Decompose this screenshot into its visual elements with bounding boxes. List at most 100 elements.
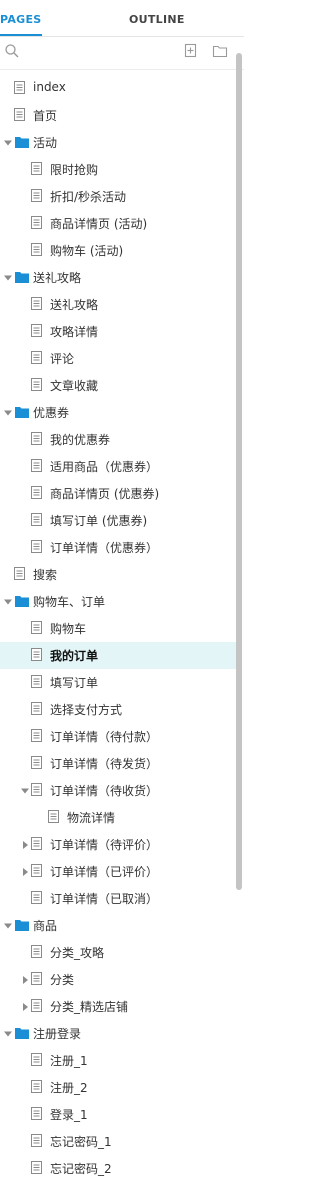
page-icon (31, 891, 43, 908)
page-icon (31, 729, 43, 746)
tree-item-label: 商品 (33, 919, 58, 933)
add-page-icon[interactable] (184, 43, 198, 62)
page-icon (31, 486, 43, 503)
tree-page[interactable]: 搜索 (0, 561, 236, 588)
tree-item-label: 送礼攻略 (50, 298, 99, 312)
tree-item-label: 订单详情（待收货） (50, 784, 159, 798)
tree-folder[interactable]: 购物车、订单 (0, 588, 236, 615)
tree-item-label: 订单详情（待付款） (50, 730, 159, 744)
folder-icon (15, 595, 29, 610)
tree-item-label: 分类_精选店铺 (50, 1000, 129, 1014)
page-icon (31, 513, 43, 530)
tree-page[interactable]: 订单详情（待收货） (0, 777, 236, 804)
tree-folder[interactable]: 注册登录 (0, 1020, 236, 1047)
folder-icon (15, 919, 29, 934)
tree-page[interactable]: 购物车 (0, 615, 236, 642)
tree-item-label: 登录_1 (50, 1108, 88, 1122)
folder-icon (15, 136, 29, 151)
tree-item-label: 注册_2 (50, 1081, 88, 1095)
tree-page[interactable]: 分类_攻略 (0, 939, 236, 966)
add-folder-icon[interactable] (212, 43, 228, 62)
page-icon (31, 378, 43, 395)
chevron-down-icon[interactable] (20, 785, 30, 795)
tree-page[interactable]: 填写订单 (0, 669, 236, 696)
tree-page[interactable]: 物流详情 (0, 804, 236, 831)
panel-tabs: PAGES OUTLINE (0, 0, 244, 37)
scrollbar[interactable] (236, 53, 242, 890)
tree-page[interactable]: 注册_1 (0, 1047, 236, 1074)
tree-page[interactable]: 选择支付方式 (0, 696, 236, 723)
tree-page[interactable]: 分类_精选店铺 (0, 993, 236, 1020)
folder-icon (15, 1027, 29, 1042)
chevron-right-icon[interactable] (20, 1001, 30, 1011)
tree-item-label: 我的优惠券 (50, 433, 111, 447)
page-tree: index 首页 活动限时抢购折扣/秒杀活动商品详情页 (活动) 购物车 (活动) 送礼… (0, 75, 236, 1182)
chevron-down-icon[interactable] (3, 596, 13, 606)
tree-page[interactable]: 订单详情（待发货） (0, 750, 236, 777)
chevron-down-icon[interactable] (3, 1028, 13, 1038)
tree-page[interactable]: 订单详情（已取消） (0, 885, 236, 912)
tree-item-label: index (33, 80, 66, 94)
search-icon[interactable] (4, 43, 20, 62)
tree-page[interactable]: 首页 (0, 102, 236, 129)
tree-page[interactable]: 我的优惠券 (0, 426, 236, 453)
page-icon (31, 459, 43, 476)
chevron-down-icon[interactable] (3, 407, 13, 417)
tree-page[interactable]: 商品详情页 (活动) (0, 210, 236, 237)
page-icon (31, 351, 43, 368)
page-icon (31, 216, 43, 233)
tree-page[interactable]: 折扣/秒杀活动 (0, 183, 236, 210)
tab-outline[interactable]: OUTLINE (129, 13, 185, 26)
tree-item-label: 购物车 (50, 622, 87, 636)
tree-item-label: 优惠券 (33, 406, 70, 420)
page-icon (31, 945, 43, 962)
tree-folder[interactable]: 活动 (0, 129, 236, 156)
chevron-down-icon[interactable] (3, 920, 13, 930)
tree-page[interactable]: 登录_1 (0, 1101, 236, 1128)
page-icon (31, 324, 43, 341)
tree-page[interactable]: 订单详情（优惠券） (0, 534, 236, 561)
tree-page[interactable]: 适用商品（优惠券） (0, 453, 236, 480)
tree-page[interactable]: 攻略详情 (0, 318, 236, 345)
tree-page[interactable]: 限时抢购 (0, 156, 236, 183)
tree-item-label: 评论 (50, 352, 75, 366)
tab-pages[interactable]: PAGES (0, 13, 42, 26)
tree-page[interactable]: 商品详情页 (优惠券) (0, 480, 236, 507)
page-icon (31, 243, 43, 260)
tree-page[interactable]: 分类 (0, 966, 236, 993)
tree-page[interactable]: 订单详情（待付款） (0, 723, 236, 750)
tree-page[interactable]: index (0, 75, 236, 102)
tree-page[interactable]: 忘记密码_2 (0, 1155, 236, 1182)
page-icon (31, 1134, 43, 1151)
tree-page[interactable]: 评论 (0, 345, 236, 372)
active-tab-indicator (0, 34, 42, 36)
tree-item-label: 限时抢购 (50, 163, 99, 177)
tree-folder[interactable]: 送礼攻略 (0, 264, 236, 291)
tree-page[interactable]: 注册_2 (0, 1074, 236, 1101)
tree-folder[interactable]: 优惠券 (0, 399, 236, 426)
tree-page[interactable]: 订单详情（待评价） (0, 831, 236, 858)
tree-item-label: 折扣/秒杀活动 (50, 190, 127, 204)
tree-item-label: 购物车 (活动) (50, 244, 124, 258)
tree-folder[interactable]: 商品 (0, 912, 236, 939)
tree-page[interactable]: 填写订单 (优惠券) (0, 507, 236, 534)
tree-page[interactable]: 忘记密码_1 (0, 1128, 236, 1155)
tree-item-label: 购物车、订单 (33, 595, 106, 609)
tree-item-label: 商品详情页 (活动) (50, 217, 148, 231)
chevron-right-icon[interactable] (20, 866, 30, 876)
tree-item-label: 忘记密码_2 (50, 1162, 112, 1176)
tree-page[interactable]: 我的订单 (0, 642, 236, 669)
tree-page[interactable]: 订单详情（已评价） (0, 858, 236, 885)
chevron-right-icon[interactable] (20, 839, 30, 849)
page-icon (31, 297, 43, 314)
page-icon (14, 81, 26, 98)
tree-page[interactable]: 购物车 (活动) (0, 237, 236, 264)
tree-page[interactable]: 送礼攻略 (0, 291, 236, 318)
chevron-down-icon[interactable] (3, 137, 13, 147)
page-icon (14, 567, 26, 584)
chevron-down-icon[interactable] (3, 272, 13, 282)
tree-page[interactable]: 文章收藏 (0, 372, 236, 399)
chevron-right-icon[interactable] (20, 974, 30, 984)
tree-item-label: 注册登录 (33, 1027, 82, 1041)
page-icon (14, 108, 26, 125)
